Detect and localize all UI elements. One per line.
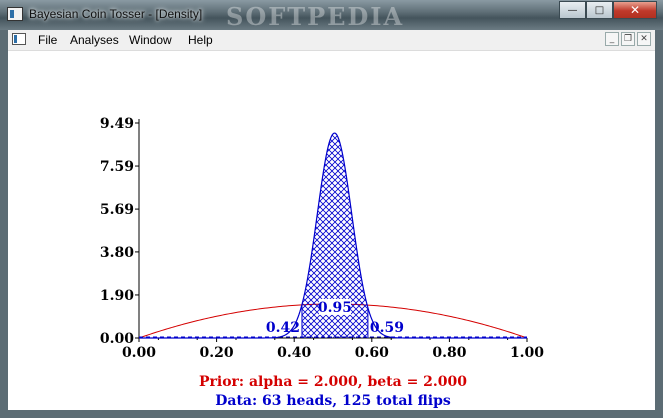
window-controls: — □ ✕ <box>559 1 657 19</box>
child-close-button[interactable]: ✕ <box>637 32 651 46</box>
x-tick-label: 0.20 <box>200 345 234 361</box>
menu-analyses[interactable]: Analyses <box>70 33 119 47</box>
x-tick-label: 0.80 <box>432 345 466 361</box>
menu-help[interactable]: Help <box>188 33 213 47</box>
data-caption: Data: 63 heads, 125 total flips <box>215 393 451 409</box>
watermark: SOFTPEDIA <box>226 2 405 31</box>
app-icon[interactable] <box>7 7 23 21</box>
lower-bound-label: 0.42 <box>266 320 300 336</box>
x-tick-label: 0.40 <box>277 345 311 361</box>
x-tick-label: 0.00 <box>122 345 156 361</box>
title-bar[interactable]: SOFTPEDIA Bayesian Coin Tosser - [Densit… <box>0 0 663 31</box>
child-window-controls: _ ❐ ✕ <box>605 32 651 46</box>
y-tick-label: 9.49 <box>100 116 134 132</box>
child-minimize-button[interactable]: _ <box>605 32 619 46</box>
prior-caption: Prior: alpha = 2.000, beta = 2.000 <box>199 374 467 390</box>
menu-bar: File Analyses Window Help _ ❐ ✕ <box>8 30 655 51</box>
y-tick-label: 5.69 <box>100 202 134 218</box>
density-plot-area: 0.00 1.90 3.80 5.69 7.59 9.49 0.00 0.20 0.40 0.60… <box>8 51 655 410</box>
menu-window[interactable]: Window <box>129 33 172 47</box>
y-tick-label: 3.80 <box>100 245 134 261</box>
probability-label: 0.95 <box>318 300 352 316</box>
y-tick-label: 1.90 <box>100 288 134 304</box>
maximize-button[interactable]: □ <box>586 1 613 19</box>
window-frame-bottom <box>0 410 663 418</box>
window-title: Bayesian Coin Tosser - [Density] <box>29 7 203 21</box>
window-frame-right <box>655 30 663 418</box>
menu-file[interactable]: File <box>38 33 57 47</box>
minimize-button[interactable]: — <box>559 1 586 19</box>
x-tick-label: 1.00 <box>510 345 544 361</box>
close-button[interactable]: ✕ <box>613 1 657 19</box>
child-restore-button[interactable]: ❐ <box>621 32 635 46</box>
window-frame-left <box>0 30 8 418</box>
x-tick-label: 0.60 <box>355 345 389 361</box>
child-window-icon[interactable] <box>12 33 26 45</box>
density-chart: 0.001.903.805.697.599.490.00 0.20 0.40 0.60… <box>100 116 544 409</box>
upper-bound-label: 0.59 <box>370 320 404 336</box>
y-tick-label: 7.59 <box>100 159 134 175</box>
